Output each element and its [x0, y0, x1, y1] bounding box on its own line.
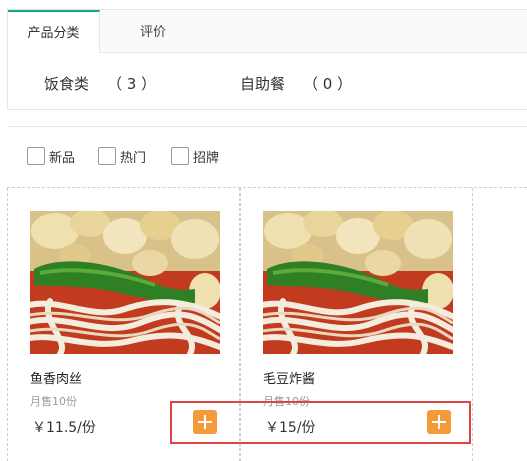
- category-item-buffet[interactable]: 自助餐 （ 0 ）: [240, 73, 352, 94]
- category-item-rice-meals[interactable]: 饭食类 （ 3 ）: [44, 73, 156, 94]
- filter-signature[interactable]: 招牌: [171, 146, 219, 166]
- product-grid: 鱼香肉丝 月售10份 ￥11.5/份 毛豆炸酱 月售10份 ￥15/份: [7, 188, 474, 461]
- filter-bar: 新品 热门 招牌: [7, 126, 527, 188]
- monthly-sales: 月售10份: [263, 395, 310, 408]
- filter-label: 新品: [49, 150, 76, 166]
- category-count: （ 0 ）: [303, 75, 353, 93]
- category-panel: 产品分类 评价 饭食类 （ 3 ） 自助餐 （ 0 ）: [7, 9, 527, 110]
- signature-checkbox[interactable]: [171, 147, 189, 165]
- product-price: ￥15/份: [265, 420, 316, 436]
- new-checkbox[interactable]: [27, 147, 45, 165]
- noodle-dish-image[interactable]: [30, 211, 220, 354]
- product-price: ￥11.5/份: [32, 420, 96, 436]
- category-count: （ 3 ）: [107, 75, 157, 93]
- add-to-cart-button[interactable]: [427, 410, 451, 434]
- tab-reviews[interactable]: 评价: [116, 10, 190, 53]
- filter-hot[interactable]: 热门: [98, 146, 146, 166]
- noodle-dish-image[interactable]: [263, 211, 453, 354]
- category-name: 饭食类: [44, 75, 90, 93]
- product-name: 鱼香肉丝: [30, 372, 83, 387]
- restaurant-menu-page: 产品分类 评价 饭食类 （ 3 ） 自助餐 （ 0 ） 新品 热门 招牌 鱼香肉丝: [0, 0, 527, 461]
- category-name: 自助餐: [240, 75, 286, 93]
- tab-bar: 产品分类 评价: [8, 10, 527, 53]
- filter-label: 热门: [120, 150, 147, 166]
- product-card: 毛豆炸酱 月售10份 ￥15/份: [240, 188, 473, 461]
- add-to-cart-button[interactable]: [193, 410, 217, 434]
- filter-new[interactable]: 新品: [27, 146, 75, 166]
- monthly-sales: 月售10份: [30, 395, 77, 408]
- tab-product-categories[interactable]: 产品分类: [8, 10, 100, 53]
- product-name: 毛豆炸酱: [263, 372, 316, 387]
- filter-label: 招牌: [193, 150, 220, 166]
- product-card: 鱼香肉丝 月售10份 ￥11.5/份: [7, 188, 240, 461]
- hot-checkbox[interactable]: [98, 147, 116, 165]
